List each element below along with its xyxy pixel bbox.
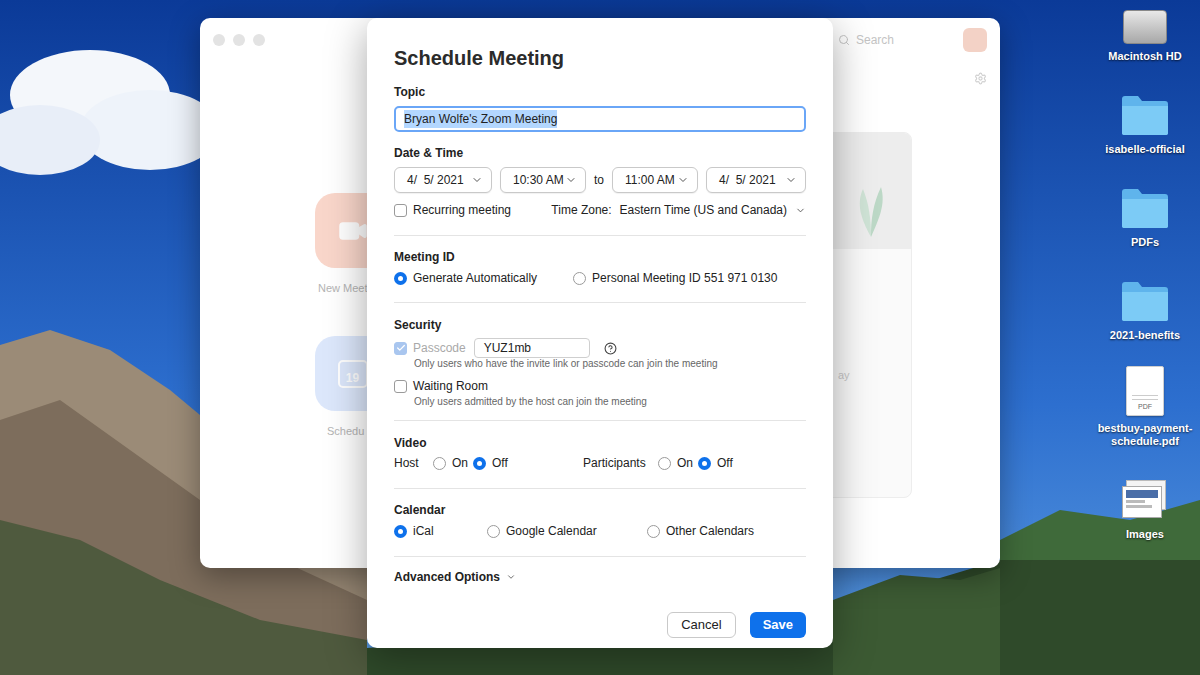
security-option: Waiting RoomOnly users admitted by the h… — [394, 376, 806, 408]
video-camera-icon — [338, 216, 368, 246]
video-option[interactable]: On — [433, 454, 473, 472]
desktop-icon[interactable]: PDF bestbuy-payment-schedule.pdf — [1091, 364, 1199, 448]
zoom-button[interactable] — [253, 34, 265, 46]
section-label: Meeting ID — [394, 249, 806, 265]
video-group: HostOnOff — [394, 454, 583, 472]
close-button[interactable] — [213, 34, 225, 46]
video-option[interactable]: On — [658, 454, 698, 472]
video-group: ParticipantsOnOff — [583, 454, 733, 472]
divider — [394, 420, 806, 421]
plant-icon — [851, 179, 891, 239]
divider — [394, 488, 806, 489]
section-label: Calendar — [394, 502, 806, 518]
chevron-down-icon — [795, 205, 806, 216]
radio-icon[interactable] — [473, 457, 486, 470]
desktop-icons: Macintosh HD isabelle-official PDFs 2021-be… — [1091, 0, 1199, 541]
schedule-meeting-dialog: Schedule Meeting Topic Bryan Wolfe's Zoom … — [367, 18, 833, 648]
recurring-checkbox[interactable]: Recurring meeting — [394, 201, 511, 219]
search-field[interactable]: Search — [838, 31, 953, 49]
start-time-select[interactable]: 10:30 AM — [500, 167, 586, 193]
checkbox — [394, 342, 407, 355]
meeting-id-option[interactable]: Generate Automatically — [394, 269, 573, 287]
help-icon[interactable] — [604, 342, 617, 355]
check-icon — [396, 343, 406, 353]
divider — [394, 556, 806, 557]
to-label: to — [594, 171, 604, 189]
pdf-file-icon: PDF — [1126, 366, 1164, 416]
chevron-down-icon — [506, 572, 516, 582]
video-option[interactable]: Off — [473, 454, 508, 472]
tile-label: New Meet — [318, 281, 368, 295]
desktop-icon-label: Macintosh HD — [1092, 50, 1198, 63]
calendar-option[interactable]: Google Calendar — [487, 522, 647, 540]
option-hint: Only users who have the invite link or p… — [394, 358, 806, 370]
radio-icon[interactable] — [573, 272, 586, 285]
radio-icon[interactable] — [394, 525, 407, 538]
radio-icon[interactable] — [487, 525, 500, 538]
radio-icon[interactable] — [698, 457, 711, 470]
desktop-icon-label: isabelle-official — [1092, 143, 1198, 156]
drive-icon — [1123, 10, 1167, 44]
divider — [394, 235, 806, 236]
security-option: PasscodeYUZ1mbOnly users who have the in… — [394, 338, 806, 370]
checkbox[interactable] — [394, 204, 407, 217]
desktop-icon[interactable]: 2021-benefits — [1091, 271, 1199, 342]
avatar-icon[interactable] — [963, 28, 987, 52]
desktop-icon[interactable]: isabelle-official — [1091, 85, 1199, 156]
passcode-input[interactable]: YUZ1mb — [474, 338, 590, 358]
advanced-options-toggle[interactable]: Advanced Options — [394, 569, 806, 585]
video-option[interactable]: Off — [698, 454, 733, 472]
save-button[interactable]: Save — [750, 612, 806, 638]
chevron-down-icon — [785, 174, 797, 186]
desktop-icon-label: Images — [1092, 528, 1198, 541]
radio-icon[interactable] — [433, 457, 446, 470]
folder-icon — [1119, 186, 1171, 230]
divider — [394, 302, 806, 303]
desktop-icon-label: bestbuy-payment-schedule.pdf — [1092, 422, 1198, 448]
calendar-option[interactable]: iCal — [394, 522, 487, 540]
section-label: Security — [394, 317, 806, 333]
images-icon — [1122, 478, 1168, 522]
dialog-title: Schedule Meeting — [394, 44, 806, 72]
gear-icon[interactable] — [974, 72, 987, 85]
folder-icon — [1119, 93, 1171, 137]
section-label: Video — [394, 435, 806, 451]
desktop-icon[interactable]: PDFs — [1091, 178, 1199, 249]
desktop-icon-label: 2021-benefits — [1092, 329, 1198, 342]
radio-icon[interactable] — [658, 457, 671, 470]
desktop-icon[interactable]: Images — [1091, 470, 1199, 541]
meeting-id-option[interactable]: Personal Meeting ID 551 971 0130 — [573, 269, 777, 287]
end-time-select[interactable]: 11:00 AM — [612, 167, 698, 193]
radio-icon[interactable] — [394, 272, 407, 285]
search-icon — [838, 34, 850, 46]
dialog-buttons: Cancel Save — [394, 612, 806, 638]
calendar-option[interactable]: Other Calendars — [647, 522, 754, 540]
folder-icon — [1119, 279, 1171, 323]
calendar-icon: 19 — [338, 360, 368, 388]
start-date-select[interactable]: 4/ 5/ 2021 — [394, 167, 492, 193]
card-text: ay — [838, 367, 850, 384]
section-label: Topic — [394, 84, 806, 100]
end-date-select[interactable]: 4/ 5/ 2021 — [706, 167, 806, 193]
time-zone-select[interactable]: Time Zone:Eastern Time (US and Canada) — [551, 201, 806, 219]
topic-input[interactable]: Bryan Wolfe's Zoom Meeting — [394, 106, 806, 132]
checkbox[interactable] — [394, 380, 407, 393]
date-time-row: 4/ 5/ 2021 10:30 AM to 11:00 AM 4/ 5/ 2021 — [394, 167, 806, 193]
section-label: Date & Time — [394, 145, 806, 161]
desktop-icon[interactable]: Macintosh HD — [1091, 0, 1199, 63]
radio-icon[interactable] — [647, 525, 660, 538]
cancel-button[interactable]: Cancel — [667, 612, 735, 638]
tile-label: Schedu — [327, 424, 364, 438]
chevron-down-icon — [677, 174, 689, 186]
chevron-down-icon — [471, 174, 483, 186]
minimize-button[interactable] — [233, 34, 245, 46]
chevron-down-icon — [565, 174, 577, 186]
option-hint: Only users admitted by the host can join… — [394, 396, 806, 408]
desktop-icon-label: PDFs — [1092, 236, 1198, 249]
desktop: Macintosh HD isabelle-official PDFs 2021-be… — [0, 0, 1200, 675]
